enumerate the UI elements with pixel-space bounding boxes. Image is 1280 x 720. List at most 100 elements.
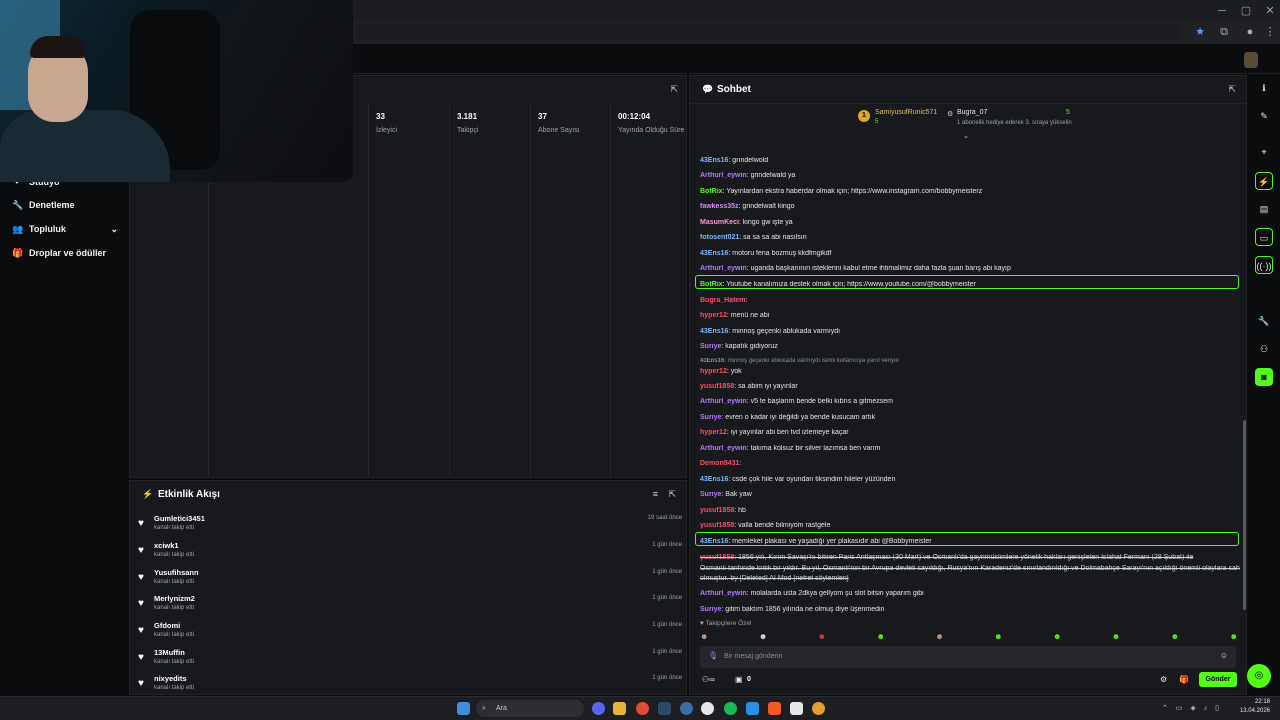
chat-username[interactable]: fotosent021: [700, 234, 739, 241]
microphone-icon[interactable]: 🎙: [708, 651, 718, 660]
chat-username[interactable]: Arthurl_eywin: [700, 398, 747, 405]
chat-username[interactable]: hyper12: [700, 368, 727, 375]
steam-icon[interactable]: [658, 702, 671, 715]
chat-username[interactable]: Arthurl_eywin: [700, 445, 747, 452]
discord-icon[interactable]: [592, 702, 605, 715]
sidebar-item-moderation[interactable]: 🔧 Denetleme: [12, 196, 75, 214]
maximize-icon[interactable]: ▢: [1234, 3, 1258, 19]
pencil-icon[interactable]: ✎: [1255, 107, 1273, 125]
avatar[interactable]: [1244, 52, 1258, 68]
emote-icon[interactable]: ☻: [935, 632, 943, 642]
star-icon[interactable]: ★: [1192, 24, 1208, 40]
chat-username[interactable]: fawkess35z: [700, 203, 739, 210]
address-bar[interactable]: [354, 24, 1184, 40]
popout-icon[interactable]: ⇱: [1228, 84, 1236, 95]
help-chat-icon[interactable]: ◎: [1247, 664, 1271, 688]
chat-username[interactable]: hyper12: [700, 312, 727, 319]
feed-name[interactable]: nixyedits: [154, 674, 187, 683]
broadcast-icon[interactable]: ((·)): [1255, 256, 1273, 274]
users-icon[interactable]: ⚇: [1255, 340, 1273, 358]
profile-icon[interactable]: ●: [1242, 24, 1258, 40]
popout-icon[interactable]: ⇱: [670, 84, 678, 95]
chat-username[interactable]: Suriye: [700, 606, 721, 613]
clock-time[interactable]: 22:18: [1236, 699, 1270, 705]
emote-icon[interactable]: ☻: [1229, 632, 1237, 642]
wrench-icon[interactable]: 🔧: [1255, 312, 1273, 330]
chrome-icon[interactable]: [636, 702, 649, 715]
close-icon[interactable]: ✕: [1258, 3, 1280, 19]
store-icon[interactable]: ▣: [735, 675, 743, 684]
points-icon[interactable]: ⚇∞: [702, 675, 715, 684]
chat-username[interactable]: Suriye: [700, 414, 721, 421]
chat-username[interactable]: 43Ens16: [700, 538, 728, 545]
chat-username[interactable]: Arthurl_eywin: [700, 172, 747, 179]
emote-icon[interactable]: ☻: [1112, 632, 1120, 642]
chat-username[interactable]: 43Ens16: [700, 250, 728, 257]
taskbar-search[interactable]: ⌕ Ara: [476, 700, 584, 717]
send-button[interactable]: Gönder: [1199, 672, 1237, 687]
chat-username[interactable]: BotRix: [700, 281, 723, 288]
emote-icon[interactable]: ☻: [876, 632, 884, 642]
feed-name[interactable]: xciwk1: [154, 541, 179, 550]
emote-icon[interactable]: ☻: [1171, 632, 1179, 642]
chat-username[interactable]: 43Ens16: [700, 476, 728, 483]
chat-username[interactable]: Arthurl_eywin: [700, 590, 747, 597]
crosshair-icon[interactable]: ⌖: [1255, 143, 1273, 161]
feed-name[interactable]: 13Muffin: [154, 648, 185, 657]
app-icon[interactable]: [680, 702, 693, 715]
sidebar-item-community[interactable]: 👥 Topluluk ⌄: [12, 220, 118, 238]
chat-username[interactable]: 43Ens16: [700, 358, 724, 364]
minimize-icon[interactable]: ─: [1210, 3, 1234, 19]
chat-username[interactable]: Suriye: [700, 343, 721, 350]
chat-icon[interactable]: ▭: [1255, 228, 1273, 246]
feed-name[interactable]: Gumletici3451: [154, 514, 205, 523]
chevron-down-icon[interactable]: ⌄: [963, 132, 969, 140]
folder-icon[interactable]: [613, 702, 626, 715]
leaderboard-second-name[interactable]: Bugra_07: [957, 109, 987, 116]
chat-username[interactable]: Bugra_Hatem: [700, 297, 746, 304]
filter-icon[interactable]: ≡: [653, 489, 658, 499]
bot-icon[interactable]: ◙: [1255, 368, 1273, 386]
emote-icon[interactable]: ☻: [1053, 632, 1061, 642]
popout-icon[interactable]: ⇱: [668, 489, 676, 500]
chat-username[interactable]: BotRix: [700, 188, 723, 195]
feed-name[interactable]: Gfdomi: [154, 621, 180, 630]
chat-username[interactable]: yusuf1858: [700, 522, 734, 529]
document-icon[interactable]: ▤: [1255, 200, 1273, 218]
emote-icon[interactable]: ☻: [818, 632, 826, 642]
gift-icon[interactable]: 🎁: [1179, 675, 1189, 684]
chat-username[interactable]: yusuf1858: [700, 383, 734, 390]
info-icon[interactable]: ℹ: [1255, 79, 1273, 97]
menu-icon[interactable]: ⋮: [1262, 24, 1278, 40]
chat-username[interactable]: Demon5431: [700, 460, 739, 467]
feed-name[interactable]: Merlynizm2: [154, 594, 195, 603]
bolt-icon[interactable]: ⚡: [1255, 172, 1273, 190]
chat-username[interactable]: Arthurl_eywin: [700, 265, 747, 272]
chrome-icon[interactable]: [812, 702, 825, 715]
chat-username[interactable]: yusuf1858: [700, 507, 734, 514]
spotify-icon[interactable]: [724, 702, 737, 715]
sidebar-item-drops[interactable]: 🎁 Droplar ve ödüller: [12, 244, 106, 262]
emote-icon[interactable]: ☻: [994, 632, 1002, 642]
chat-username[interactable]: yusuf1858: [700, 554, 734, 561]
chat-input[interactable]: 🎙 Bir mesaj gönderin ☺: [700, 646, 1236, 668]
notion-icon[interactable]: [790, 702, 803, 715]
emoji-icon[interactable]: ☺: [1220, 651, 1228, 660]
chat-username[interactable]: hyper12: [700, 429, 727, 436]
extensions-icon[interactable]: ⧉: [1216, 24, 1232, 40]
windows-start-icon[interactable]: [457, 702, 470, 715]
chat-username[interactable]: 43Ens16: [700, 328, 728, 335]
clock-date[interactable]: 13.04.2026: [1236, 708, 1270, 714]
gear-icon[interactable]: ⚙: [1160, 675, 1167, 684]
chat-username[interactable]: MasumKeci: [700, 219, 739, 226]
brave-icon[interactable]: [768, 702, 781, 715]
leaderboard-first-name[interactable]: SamiyusufRunic571: [875, 109, 937, 116]
chat-username[interactable]: 43Ens16: [700, 157, 728, 164]
emote-icon[interactable]: ☻: [700, 632, 708, 642]
feed-name[interactable]: Yusufihsann: [154, 568, 199, 577]
chat-username[interactable]: Suriye: [700, 491, 721, 498]
vscode-icon[interactable]: [746, 702, 759, 715]
tray-icons[interactable]: ⌃ ▭ ◈ ♪ ▯: [1162, 704, 1222, 712]
chat-scrollbar[interactable]: [1243, 420, 1246, 610]
obs-icon[interactable]: [701, 702, 714, 715]
